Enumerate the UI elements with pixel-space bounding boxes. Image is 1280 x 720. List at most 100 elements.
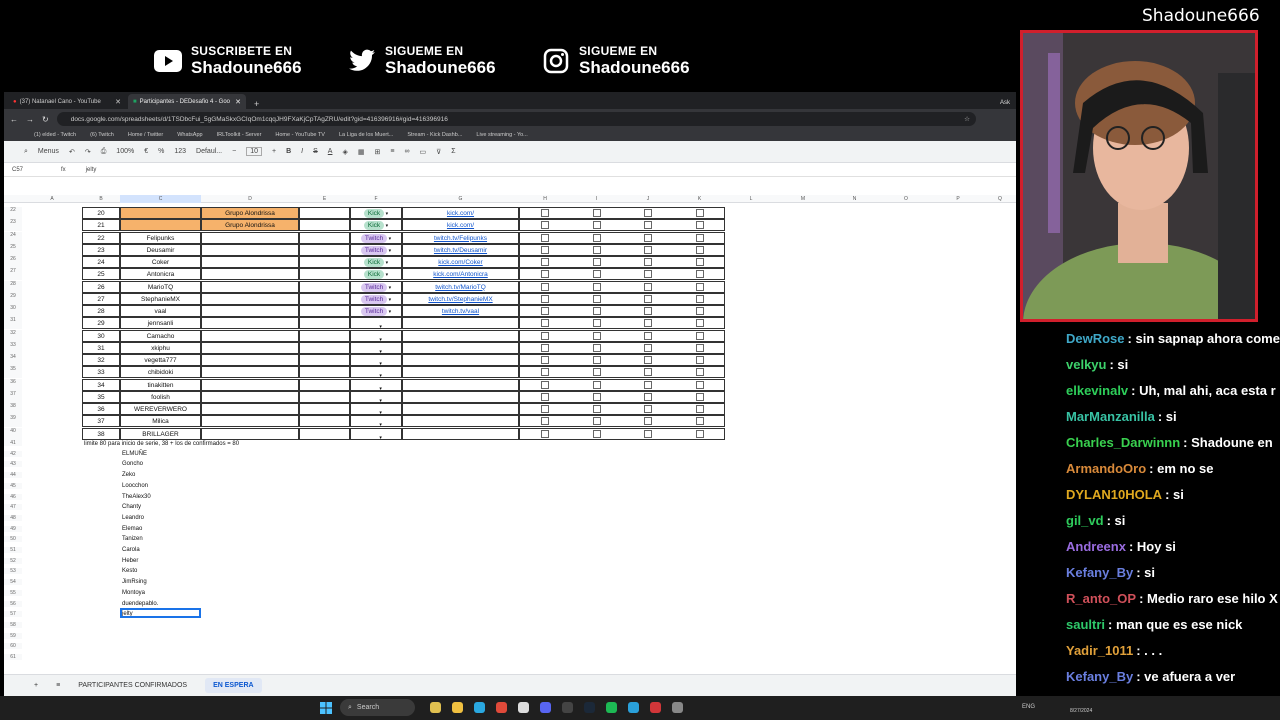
checkbox[interactable] [541,356,549,364]
channel-link[interactable] [402,366,519,379]
participant-name[interactable]: MarioTQ [120,280,201,293]
checkbox[interactable] [696,331,704,340]
channel-link[interactable]: twitch.tv/Felipunks [402,231,519,244]
chat-username[interactable]: elkevinalv [1066,383,1128,398]
row-number[interactable]: 28 [4,280,22,293]
dropdown-arrow-icon[interactable]: ▾ [384,223,389,229]
taskbar-search[interactable]: ⌕ Search [340,699,415,716]
platform-chip[interactable]: Twitch [360,233,388,243]
checkbox[interactable] [541,429,549,438]
checkbox[interactable] [593,319,601,328]
empty-cell[interactable] [299,415,350,428]
channel-link[interactable] [402,390,519,403]
platform-chip[interactable]: Kick [363,270,385,280]
checkbox[interactable] [696,258,704,266]
font-size-field[interactable]: 10 [246,147,262,156]
row-number[interactable]: 41 [4,439,22,446]
channel-link[interactable]: kick.com/Antonicra [402,268,519,281]
dropdown-arrow-icon[interactable]: ▾ [378,337,382,341]
bookmark-item[interactable]: (6) Twitch [90,132,114,138]
empty-cell[interactable] [299,390,350,403]
dropdown-arrow-icon[interactable]: ▾ [378,373,382,377]
platform-chip[interactable] [370,381,378,390]
platform-cell[interactable]: ▾ [350,366,402,379]
participant-name[interactable] [120,219,201,232]
checkbox[interactable] [644,429,652,438]
dropdown-arrow-icon[interactable]: ▾ [378,398,382,402]
channel-link[interactable]: kick.com/Coker [402,256,519,268]
row-number[interactable]: 47 [4,504,22,511]
row-number[interactable]: 60 [4,643,22,650]
channel-link[interactable]: twitch.tv/StephanieMX [402,292,519,305]
checkbox[interactable] [541,209,549,217]
checkbox[interactable] [541,258,549,266]
row-number[interactable]: 33 [4,341,22,354]
row-number[interactable]: 56 [4,600,22,607]
platform-chip[interactable]: Twitch [360,282,388,292]
windows-start-icon[interactable] [320,701,332,714]
group-cell[interactable] [201,280,299,293]
chat-username[interactable]: MarManzanilla [1066,409,1155,424]
bookmark-item[interactable]: Stream - Kick Dashb... [407,132,462,138]
checkbox[interactable] [696,368,704,377]
platform-cell[interactable]: ▾ [350,354,402,366]
row-number[interactable]: 48 [4,514,22,521]
dropdown-arrow-icon[interactable]: ▾ [378,324,382,328]
column-header[interactable]: M [777,195,829,203]
dropdown-arrow-icon[interactable]: ▾ [387,236,392,242]
participant-number[interactable]: 37 [82,415,120,428]
row-number[interactable]: 46 [4,493,22,500]
participant-name[interactable]: StephanieMX [120,292,201,305]
group-cell[interactable] [201,354,299,366]
channel-link[interactable] [402,317,519,330]
chat-username[interactable]: velkyu [1066,357,1106,372]
group-cell[interactable]: Grupo Alondrissa [201,219,299,232]
platform-cell[interactable]: Twitch ▾ [350,305,402,317]
dropdown-arrow-icon[interactable]: ▾ [387,248,392,254]
chat-username[interactable]: ArmandoOro [1066,461,1146,476]
group-cell[interactable] [201,292,299,305]
channel-link[interactable] [402,329,519,342]
checkbox[interactable] [541,294,549,303]
checkbox[interactable] [644,319,652,328]
bookmark-item[interactable]: Live streaming - Yo... [476,132,527,138]
empty-cell[interactable] [299,256,350,268]
language-indicator[interactable]: ENG [1022,704,1035,710]
participant-name[interactable]: Milica [120,415,201,428]
zoom-select[interactable]: 100% [116,148,134,155]
platform-chip[interactable]: Kick [363,209,385,218]
participant-name[interactable]: Deusamir [120,243,201,256]
checkbox[interactable] [541,331,549,340]
participant-number[interactable]: 35 [82,390,120,403]
group-cell[interactable] [201,268,299,281]
column-header[interactable]: D [201,195,299,203]
participant-number[interactable]: 28 [82,305,120,317]
checkbox[interactable] [696,380,704,389]
column-header[interactable]: F [350,195,402,203]
column-header[interactable]: H [519,195,571,203]
row-number[interactable]: 36 [4,378,22,391]
empty-cell[interactable] [299,329,350,342]
checkbox[interactable] [593,356,601,364]
empty-cell[interactable] [299,317,350,330]
dropdown-arrow-icon[interactable]: ▾ [378,410,382,414]
group-cell[interactable] [201,317,299,330]
checkbox[interactable] [593,270,601,279]
column-header[interactable]: I [571,195,622,203]
platform-chip[interactable] [370,319,378,328]
row-number[interactable]: 37 [4,390,22,403]
group-cell[interactable] [201,403,299,415]
new-tab-icon[interactable]: + [248,99,265,109]
reload-icon[interactable]: ↻ [42,115,49,124]
row-number[interactable]: 24 [4,231,22,244]
channel-link[interactable]: twitch.tv/MarioTQ [402,280,519,293]
row-number[interactable]: 25 [4,243,22,256]
checkbox[interactable] [644,392,652,401]
checkbox[interactable] [696,307,704,315]
platform-chip[interactable] [370,417,378,426]
riot-icon[interactable] [650,702,661,713]
folder-icon[interactable] [452,702,463,713]
row-number[interactable]: 58 [4,621,22,628]
column-header[interactable]: G [402,195,519,203]
empty-cell[interactable] [299,268,350,281]
